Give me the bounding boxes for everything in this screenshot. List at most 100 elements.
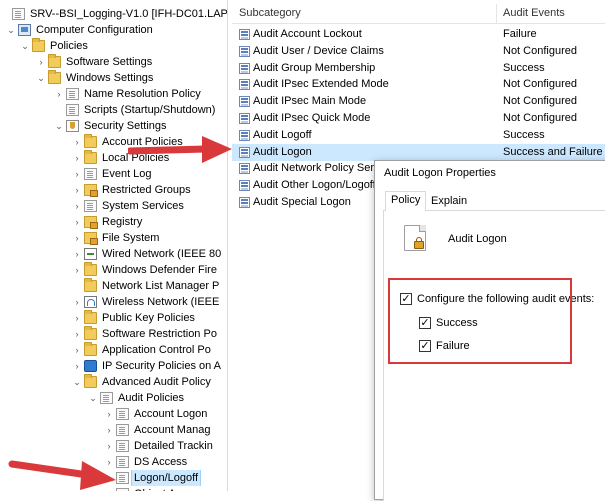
tree-item[interactable]: ⌄ Policies <box>0 38 227 54</box>
expand-chevron-icon[interactable]: › <box>72 342 82 358</box>
monitor-icon <box>18 24 31 36</box>
tree-item-label: DS Access <box>134 456 188 468</box>
tree-item[interactable]: › Software Settings <box>0 54 227 70</box>
collapse-chevron-icon[interactable]: ⌄ <box>36 70 46 86</box>
tree-item-label: Wired Network (IEEE 80 <box>102 248 222 260</box>
folder-icon <box>48 70 61 84</box>
tree-item[interactable]: › Application Control Po <box>0 342 227 358</box>
list-row[interactable]: Audit Logon Success and Failure <box>232 143 605 161</box>
tree-item[interactable]: › Windows Defender Fire <box>0 262 227 278</box>
tree-item[interactable]: › Wired Network (IEEE 80 <box>0 246 227 262</box>
collapse-chevron-icon[interactable]: ⌄ <box>54 118 64 134</box>
subcategory-name: Audit Account Lockout <box>253 28 362 40</box>
tree-item[interactable]: Network List Manager P <box>0 278 227 294</box>
list-row[interactable]: Audit IPsec Main Mode Not Configured <box>232 93 605 110</box>
expand-chevron-icon[interactable]: › <box>72 214 82 230</box>
collapse-chevron-icon[interactable]: ⌄ <box>88 390 98 406</box>
tree-item[interactable]: › Account Manag <box>0 422 227 438</box>
expand-chevron-icon[interactable]: › <box>72 198 82 214</box>
expand-chevron-icon[interactable]: › <box>72 166 82 182</box>
audit-policy-icon <box>239 113 250 124</box>
lockfolder-icon <box>84 184 98 197</box>
tree-item-label: IP Security Policies on A <box>102 360 222 372</box>
subcategory-name: Audit IPsec Main Mode <box>253 95 367 108</box>
collapse-chevron-icon[interactable]: ⌄ <box>20 38 30 54</box>
expand-chevron-icon[interactable]: › <box>72 262 82 278</box>
expand-chevron-icon[interactable]: › <box>104 406 114 422</box>
list-row[interactable]: Audit Account Lockout Failure <box>232 26 605 43</box>
tree-item-label: Wireless Network (IEEE <box>102 296 220 308</box>
folder-icon <box>84 150 97 164</box>
expand-chevron-icon[interactable]: › <box>72 182 82 198</box>
expand-chevron-icon[interactable]: › <box>72 310 82 326</box>
audit-policy-icon <box>239 29 250 40</box>
subcategory-column-header[interactable]: Subcategory <box>239 7 301 19</box>
tree-item-label: Public Key Policies <box>102 312 195 324</box>
list-row[interactable]: Audit User / Device Claims Not Configured <box>232 43 605 60</box>
audit-events-value: Success and Failure <box>503 145 603 158</box>
audit-events-column-header[interactable]: Audit Events <box>503 7 565 19</box>
tree-item-label: Windows Settings <box>66 72 154 84</box>
page-icon <box>66 88 79 100</box>
expand-chevron-icon[interactable]: › <box>36 54 46 70</box>
tree-item-label: Network List Manager P <box>102 280 220 292</box>
subcategory-name: Audit Network Policy Servi <box>253 162 382 175</box>
column-separator[interactable] <box>496 4 497 24</box>
tree-item-label: System Services <box>102 200 184 212</box>
tree-item[interactable]: › Public Key Policies <box>0 310 227 326</box>
expand-chevron-icon[interactable]: › <box>104 422 114 438</box>
tree-item[interactable]: SRV--BSI_Logging-V1.0 [IFH-DC01.LAPS.I <box>0 6 228 22</box>
tree-item[interactable]: › Registry <box>0 214 227 230</box>
lockfolder-icon <box>84 232 98 245</box>
tree-item[interactable]: ⌄ Windows Settings <box>0 70 227 86</box>
folder-icon <box>84 134 97 148</box>
expand-chevron-icon[interactable]: › <box>72 150 82 166</box>
tab-policy[interactable]: Policy <box>385 191 427 212</box>
tree-item[interactable]: ⌄ Computer Configuration <box>0 22 227 38</box>
tab-explain[interactable]: Explain <box>426 193 472 212</box>
tree-item-label: Logon/Logoff <box>130 470 202 486</box>
expand-chevron-icon[interactable]: › <box>72 230 82 246</box>
folder-icon <box>84 326 97 340</box>
tree-item[interactable]: › Wireless Network (IEEE <box>0 294 227 310</box>
page-icon <box>116 408 129 420</box>
expand-chevron-icon[interactable]: › <box>72 246 82 262</box>
folder-icon <box>32 38 45 52</box>
tree-item-label: Object Access <box>132 486 206 491</box>
folder-icon <box>48 54 61 68</box>
expand-chevron-icon[interactable]: › <box>72 358 82 374</box>
list-row[interactable]: Audit Group Membership Success <box>232 60 605 77</box>
tree-item[interactable]: › Software Restriction Po <box>0 326 227 342</box>
tree-item[interactable]: › Restricted Groups <box>0 182 227 198</box>
audit-policy-icon <box>239 197 250 208</box>
subcategory-name: Audit User / Device Claims <box>253 44 384 57</box>
list-row[interactable]: Audit IPsec Quick Mode Not Configured <box>232 110 605 127</box>
tree-item-label: Advanced Audit Policy <box>102 376 211 388</box>
tree-item[interactable]: › Account Logon <box>0 406 227 422</box>
tree-item-label: Windows Defender Fire <box>102 264 217 276</box>
tree-item[interactable]: › File System <box>0 230 227 246</box>
audit-events-value: Success <box>503 128 545 141</box>
tree-item[interactable]: › IP Security Policies on A <box>0 358 227 374</box>
folder-icon <box>84 310 97 324</box>
expand-chevron-icon[interactable]: › <box>72 326 82 342</box>
list-row[interactable]: Audit IPsec Extended Mode Not Configured <box>232 76 605 93</box>
tree-item-label: Policies <box>50 40 88 52</box>
tree-item-label: Account Manag <box>134 424 211 436</box>
collapse-chevron-icon[interactable]: ⌄ <box>6 22 16 38</box>
tree-item[interactable]: ⌄ Advanced Audit Policy <box>0 374 227 390</box>
tree-item[interactable]: › System Services <box>0 198 227 214</box>
list-row[interactable]: Audit Logoff Success <box>232 127 605 144</box>
expand-chevron-icon[interactable]: › <box>72 294 82 310</box>
expand-chevron-icon[interactable]: › <box>54 86 64 102</box>
expand-chevron-icon[interactable]: › <box>72 134 82 150</box>
shield-icon <box>66 120 79 132</box>
collapse-chevron-icon[interactable]: ⌄ <box>72 374 82 390</box>
tree-item-label: Registry <box>102 216 143 228</box>
tree-item-label: SRV--BSI_Logging-V1.0 [IFH-DC01.LAPS.I <box>30 8 228 20</box>
tree-item[interactable]: ⌄ Audit Policies <box>0 390 227 406</box>
tree-item[interactable]: Scripts (Startup/Shutdown) <box>0 102 227 118</box>
tab-strip: Policy Explain <box>383 191 605 212</box>
tree-item[interactable]: › Name Resolution Policy <box>0 86 227 102</box>
subcategory-name: Audit Group Membership <box>253 61 376 74</box>
